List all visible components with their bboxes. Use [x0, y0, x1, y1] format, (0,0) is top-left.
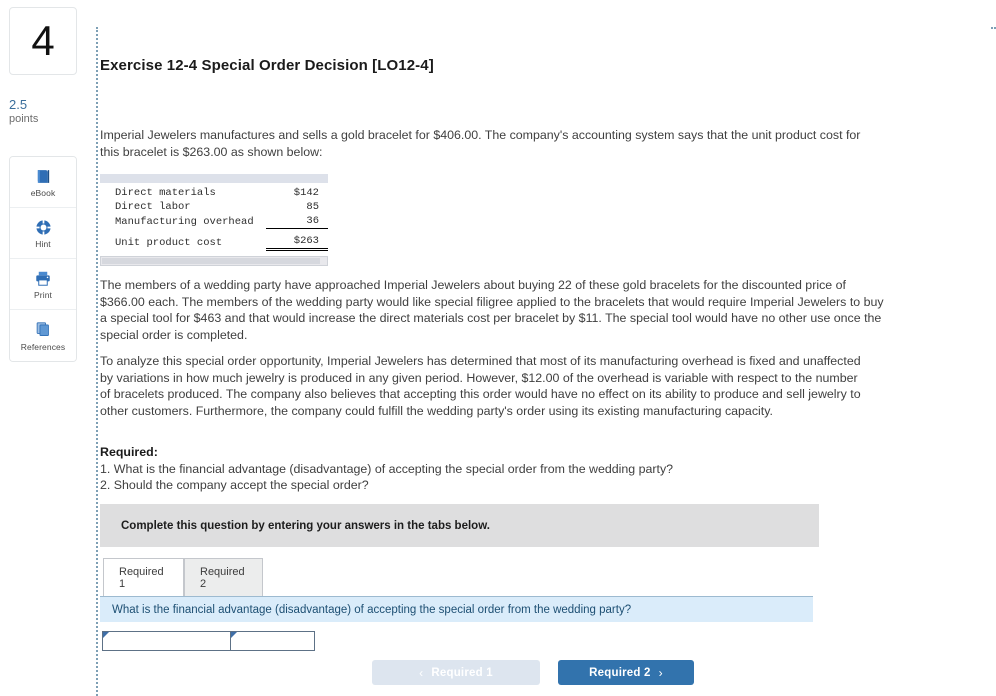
exercise-page: 4 2.5 points eBook Hint Print References… [0, 0, 996, 696]
instruction-banner: Complete this question by entering your … [100, 504, 819, 547]
tab-required-1[interactable]: Required 1 [103, 558, 184, 596]
table-horizontal-scrollbar[interactable] [100, 256, 328, 266]
cost-row-label: Direct materials [115, 187, 216, 199]
scrollbar-thumb[interactable] [102, 258, 320, 264]
question-number-card: 4 [9, 7, 77, 75]
references-label: References [20, 341, 66, 352]
answer-cell-label[interactable] [102, 631, 231, 651]
cell-marker-icon [231, 632, 237, 638]
tab-required-1-label: Required 1 [119, 565, 164, 590]
left-rail: 4 2.5 points eBook Hint Print References [0, 0, 96, 696]
tab-navigation: ‹ Required 1 Required 2 › [99, 660, 818, 685]
tool-stack: eBook Hint Print References [9, 156, 77, 362]
hint-button[interactable]: Hint [10, 208, 76, 259]
tab-required-2-label: Required 2 [200, 565, 245, 590]
table-row: Direct labor 85 [100, 200, 328, 214]
intro-paragraph: Imperial Jewelers manufactures and sells… [100, 128, 861, 159]
page-title: Exercise 12-4 Special Order Decision [LO… [100, 57, 434, 74]
cost-total-label: Unit product cost [115, 236, 223, 249]
book-icon [35, 166, 52, 186]
cost-row-label: Manufacturing overhead [115, 215, 254, 228]
cell-marker-icon [103, 632, 109, 638]
wedding-party-paragraph: The members of a wedding party have appr… [100, 278, 884, 342]
ebook-label: eBook [30, 188, 56, 198]
required-heading: Required: [100, 445, 158, 459]
exercise-content: Exercise 12-4 Special Order Decision [LO… [99, 27, 989, 696]
ebook-button[interactable]: eBook [10, 157, 76, 208]
answer-cell-value[interactable] [230, 631, 315, 651]
table-row: Direct materials $142 [100, 186, 328, 200]
question-prompt-bar: What is the financial advantage (disadva… [100, 596, 813, 622]
printer-icon [34, 268, 52, 288]
prev-required-label: Required 1 [431, 666, 493, 679]
answer-tabs: Required 1 Required 2 [100, 558, 819, 596]
cost-row-value: 36 [266, 214, 328, 229]
tab-required-2[interactable]: Required 2 [184, 558, 263, 596]
cost-row-label: Direct labor [115, 201, 191, 213]
required-item-1: 1. What is the financial advantage (disa… [100, 461, 674, 476]
points-label: points [9, 113, 39, 125]
print-button[interactable]: Print [10, 259, 76, 310]
unit-cost-table: Direct materials $142 Direct labor 85 Ma… [100, 174, 328, 266]
table-row: Manufacturing overhead 36 [100, 214, 328, 229]
question-prompt-text: What is the financial advantage (disadva… [112, 603, 632, 616]
question-number: 4 [31, 17, 55, 64]
chevron-left-icon: ‹ [419, 665, 424, 680]
chevron-right-icon: › [658, 665, 663, 680]
next-required-button[interactable]: Required 2 › [558, 660, 694, 685]
instruction-text: Complete this question by entering your … [121, 519, 490, 532]
cost-total-value: $263 [266, 228, 328, 251]
print-label: Print [34, 290, 52, 300]
copy-pages-icon [35, 320, 52, 340]
analysis-paragraph: To analyze this special order opportunit… [100, 354, 861, 418]
table-body: Direct materials $142 Direct labor 85 Ma… [100, 183, 328, 253]
required-block: Required: 1. What is the financial advan… [100, 444, 800, 494]
table-header-band [100, 174, 328, 183]
table-total-row: Unit product cost $263 [100, 228, 328, 251]
prev-required-button[interactable]: ‹ Required 1 [372, 660, 540, 685]
answer-grid [102, 631, 315, 651]
points-value: 2.5 [9, 97, 28, 112]
references-button[interactable]: References [10, 310, 76, 361]
cost-row-value: 85 [306, 201, 319, 213]
points-block: 2.5 points [9, 97, 81, 126]
lifebuoy-icon [35, 217, 52, 237]
hint-label: Hint [35, 239, 51, 249]
cost-row-value: $142 [293, 187, 319, 199]
next-required-label: Required 2 [589, 666, 651, 679]
content-left-divider [96, 27, 98, 696]
required-item-2: 2. Should the company accept the special… [100, 478, 369, 492]
